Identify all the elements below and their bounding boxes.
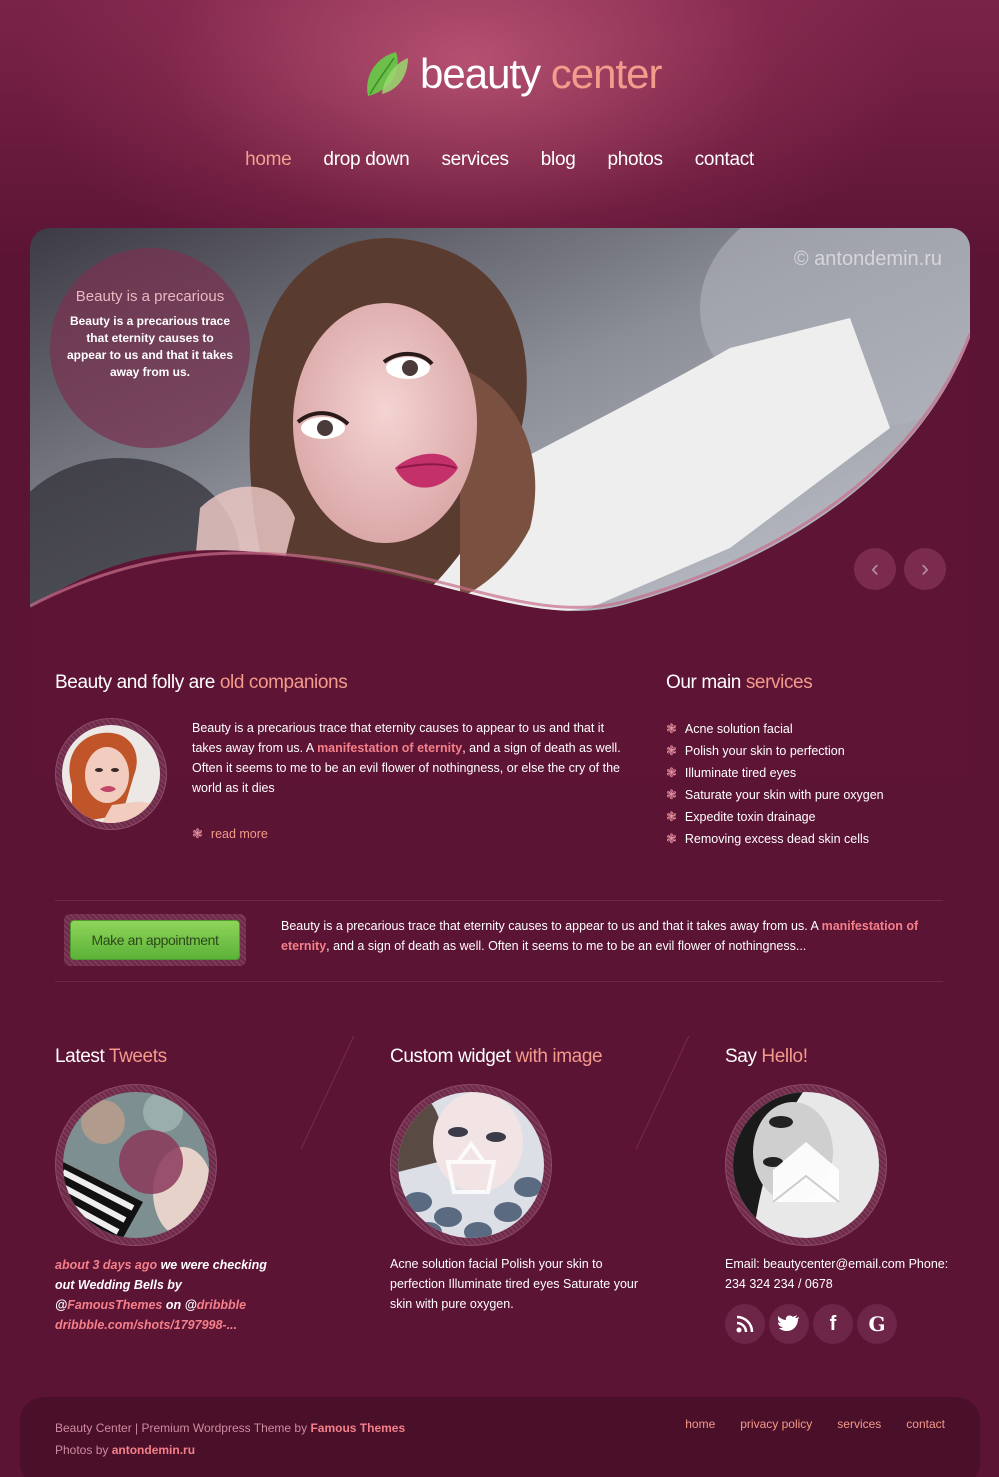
contact-title: Say Hello! <box>725 1046 808 1068</box>
facebook-icon[interactable]: f <box>813 1304 853 1344</box>
caption-text: Beauty is a precarious trace that eterni… <box>66 314 234 379</box>
widget-title-plain: Custom widget <box>390 1046 516 1067</box>
tweets-title-plain: Latest <box>55 1046 109 1067</box>
services-title-highlight: services <box>745 672 813 693</box>
flower-bullet-icon: ❃ <box>666 809 677 824</box>
tweet-site[interactable]: dribbble <box>197 1298 246 1312</box>
main-nav: home drop down services blog photos cont… <box>0 146 999 174</box>
google-icon[interactable]: G <box>857 1304 897 1344</box>
about-text-link[interactable]: manifestation of eternity <box>317 741 462 755</box>
read-more-link[interactable]: ❃ read more <box>192 826 268 842</box>
make-appointment-button[interactable]: Make an appointment <box>70 920 240 960</box>
footer-line2: Photos by <box>55 1443 112 1457</box>
appointment-text-before: Beauty is a precarious trace that eterni… <box>281 919 822 933</box>
chevron-right-icon: › <box>921 555 929 582</box>
slider-prev-button[interactable]: ‹ <box>854 548 896 590</box>
footer: Beauty Center | Premium Wordpress Theme … <box>20 1397 980 1477</box>
footer-credits: Beauty Center | Premium Wordpress Theme … <box>55 1417 405 1461</box>
logo[interactable]: beauty center <box>362 48 663 100</box>
nav-contact[interactable]: contact <box>695 146 754 174</box>
woman-portrait-image <box>62 725 160 823</box>
about-text: Beauty is a precarious trace that eterni… <box>192 718 632 798</box>
appointment-text-after: , and a sign of death as well. Often it … <box>326 939 807 953</box>
nav-drop-down[interactable]: drop down <box>323 146 409 174</box>
flower-bullet-icon: ❃ <box>666 831 677 846</box>
widget-title-highlight: with image <box>515 1046 603 1067</box>
footer-line1: Beauty Center | Premium Wordpress Theme … <box>55 1421 311 1435</box>
service-item[interactable]: ❃ Removing excess dead skin cells <box>666 828 884 850</box>
services-title: Our main services <box>666 672 813 694</box>
service-item[interactable]: ❃ Expedite toxin drainage <box>666 806 884 828</box>
flower-bullet-icon: ❃ <box>666 787 677 802</box>
service-label: Saturate your skin with pure oxygen <box>684 788 884 802</box>
nav-photos[interactable]: photos <box>607 146 663 174</box>
service-item[interactable]: ❃ Saturate your skin with pure oxygen <box>666 784 884 806</box>
appointment-text: Beauty is a precarious trace that eterni… <box>281 916 921 956</box>
contact-title-plain: Say <box>725 1046 762 1067</box>
footer-nav-home[interactable]: home <box>685 1417 715 1431</box>
about-avatar <box>55 718 167 830</box>
service-label: Illuminate tired eyes <box>684 766 797 780</box>
contact-text: Email: beautycenter@email.com Phone: 234… <box>725 1257 949 1291</box>
flower-bullet-icon: ❃ <box>666 721 677 736</box>
service-item[interactable]: ❃ Polish your skin to perfection <box>666 740 884 762</box>
logo-word-beauty: beauty <box>420 50 541 97</box>
about-title: Beauty and folly are old companions <box>55 672 348 694</box>
service-label: Expedite toxin drainage <box>684 810 816 824</box>
caption-title: Beauty is a precarious <box>75 288 225 305</box>
service-label: Acne solution facial <box>684 722 793 736</box>
service-label: Polish your skin to perfection <box>684 744 845 758</box>
nav-home[interactable]: home <box>245 146 292 174</box>
about-title-highlight: old companions <box>219 672 348 693</box>
photo-watermark: © antondemin.ru <box>793 248 942 270</box>
services-title-plain: Our main <box>666 672 746 693</box>
flower-bullet-icon: ❃ <box>666 743 677 758</box>
tweet-text: about 3 days ago we were checking out We… <box>55 1255 275 1335</box>
hero-slider: © antondemin.ru Beauty is a precarious B… <box>30 228 970 778</box>
contact-image-frame <box>725 1084 887 1246</box>
services-list: ❃ Acne solution facial ❃ Polish your skin … <box>666 718 884 850</box>
tweets-title-highlight: Tweets <box>108 1046 167 1067</box>
rss-icon[interactable] <box>725 1304 765 1344</box>
nav-blog[interactable]: blog <box>541 146 576 174</box>
footer-photographer-link[interactable]: antondemin.ru <box>112 1443 195 1457</box>
footer-nav-privacy[interactable]: privacy policy <box>740 1417 812 1431</box>
chevron-left-icon: ‹ <box>871 555 879 582</box>
widget-title: Custom widget with image <box>390 1046 603 1068</box>
widget-image-frame <box>390 1084 552 1246</box>
footer-famous-themes-link[interactable]: Famous Themes <box>310 1421 405 1435</box>
footer-nav-contact[interactable]: contact <box>906 1417 945 1431</box>
widget-text: Acne solution facial Polish your skin to… <box>390 1257 639 1311</box>
twitter-icon[interactable] <box>769 1304 809 1344</box>
nav-services[interactable]: services <box>441 146 509 174</box>
about-title-plain: Beauty and folly are <box>55 672 220 693</box>
leaf-icon <box>367 52 408 96</box>
slider-next-button[interactable]: › <box>904 548 946 590</box>
tweets-photo <box>63 1092 209 1238</box>
footer-nav: home privacy policy services contact <box>660 1417 945 1431</box>
service-item[interactable]: ❃ Acne solution facial <box>666 718 884 740</box>
social-links: f G <box>725 1304 901 1344</box>
tweet-handle[interactable]: FamousThemes <box>67 1298 162 1312</box>
flower-bullet-icon: ❃ <box>666 765 677 780</box>
divider <box>55 900 943 901</box>
tweet-time[interactable]: about 3 days ago <box>55 1258 157 1272</box>
tweets-image-frame <box>55 1084 217 1246</box>
service-item[interactable]: ❃ Illuminate tired eyes <box>666 762 884 784</box>
widget-photo <box>398 1092 544 1238</box>
contact-photo <box>733 1092 879 1238</box>
contact-title-highlight: Hello! <box>761 1046 808 1067</box>
tweet-body-2: on @ <box>162 1298 197 1312</box>
footer-nav-services[interactable]: services <box>837 1417 881 1431</box>
service-label: Removing excess dead skin cells <box>684 832 870 846</box>
read-more-label: read more <box>210 827 268 841</box>
logo-text: beauty center <box>420 48 663 100</box>
flower-bullet-icon: ❃ <box>192 826 203 841</box>
tweet-link[interactable]: dribbble.com/shots/1797998-... <box>55 1318 237 1332</box>
logo-word-center: center <box>550 50 663 97</box>
appointment-button-frame: Make an appointment <box>64 914 246 966</box>
tweets-title: Latest Tweets <box>55 1046 167 1068</box>
slide-caption: Beauty is a precarious Beauty is a preca… <box>50 248 250 448</box>
divider <box>55 981 943 982</box>
